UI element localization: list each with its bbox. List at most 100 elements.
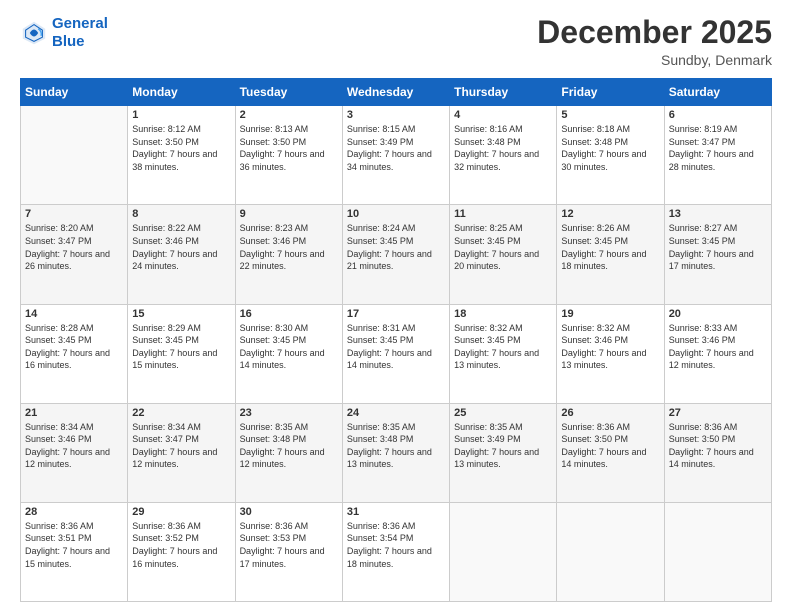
cell-sunrise: Sunrise: 8:36 AM [25, 521, 94, 531]
cell-info: Sunrise: 8:35 AM Sunset: 3:49 PM Daylight:… [454, 421, 552, 471]
cell-sunrise: Sunrise: 8:36 AM [240, 521, 309, 531]
cell-info: Sunrise: 8:31 AMSunset: 3:45 PMDaylight:… [347, 322, 445, 372]
calendar-cell: 12Sunrise: 8:26 AMSunset: 3:45 PMDayligh… [557, 205, 664, 304]
cell-sunset: Sunset: 3:47 PM [132, 434, 199, 444]
cell-daylight: Daylight: 7 hours and [25, 348, 110, 358]
cell-sunset: Sunset: 3:46 PM [25, 434, 92, 444]
calendar-cell: 17 Sunrise: 8:31 AMSunset: 3:45 PMDayligh… [342, 304, 449, 403]
cell-sunrise: Sunrise: 8:18 AM [561, 124, 630, 134]
cell-daylight: Daylight: 7 hours and [240, 447, 325, 457]
cell-info: Sunrise: 8:32 AMSunset: 3:45 PMDaylight:… [454, 322, 552, 372]
cell-info: Sunrise: 8:36 AMSunset: 3:50 PMDaylight:… [561, 421, 659, 471]
cell-sunrise: Sunrise: 8:35 AM [240, 422, 309, 432]
cell-info: Sunrise: 8:18 AMSunset: 3:48 PMDaylight:… [561, 123, 659, 173]
cell-daylight-minutes: 14 minutes. [240, 360, 287, 370]
cell-daylight-minutes: 18 minutes. [561, 261, 608, 271]
cell-info: Sunrise: 8:22 AMSunset: 3:46 PMDaylight:… [132, 222, 230, 272]
calendar-cell: 24Sunrise: 8:35 AMSunset: 3:48 PMDayligh… [342, 403, 449, 502]
cell-date: 19 [561, 308, 659, 320]
calendar-week-row: 28Sunrise: 8:36 AMSunset: 3:51 PMDayligh… [21, 502, 772, 601]
cell-daylight: Daylight: 7 hours and [347, 249, 432, 259]
cell-daylight: Daylight: 7 hours and [454, 348, 539, 358]
calendar-cell: 29Sunrise: 8:36 AMSunset: 3:52 PMDayligh… [128, 502, 235, 601]
cell-info: Sunrise: 8:13 AMSunset: 3:50 PMDaylight:… [240, 123, 338, 173]
cell-daylight: Daylight: 7 hours and [347, 348, 432, 358]
cell-daylight: Daylight: 7 hours and [561, 149, 646, 159]
cell-daylight: Daylight: 7 hours and [454, 249, 539, 259]
cell-sunrise: Sunrise: 8:33 AM [669, 323, 738, 333]
calendar-cell: 2Sunrise: 8:13 AMSunset: 3:50 PMDaylight… [235, 106, 342, 205]
cell-info: Sunrise: 8:12 AMSunset: 3:50 PMDaylight:… [132, 123, 230, 173]
cell-info: Sunrise: 8:34 AMSunset: 3:47 PMDaylight:… [132, 421, 230, 471]
cell-sunrise: Sunrise: 8:25 AM [454, 223, 523, 233]
title-section: December 2025 Sundby, Denmark [537, 15, 772, 68]
cell-daylight-minutes: 15 minutes. [25, 559, 72, 569]
calendar-week-row: 1Sunrise: 8:12 AMSunset: 3:50 PMDaylight… [21, 106, 772, 205]
cell-info: Sunrise: 8:15 AMSunset: 3:49 PMDaylight:… [347, 123, 445, 173]
cell-sunrise: Sunrise: 8:13 AM [240, 124, 309, 134]
cell-daylight-minutes: 17 minutes. [669, 261, 716, 271]
cell-daylight: Daylight: 7 hours and [454, 447, 539, 457]
cell-info: Sunrise: 8:29 AMSunset: 3:45 PMDaylight:… [132, 322, 230, 372]
cell-date: 18 [454, 308, 552, 320]
calendar-header-row: SundayMondayTuesdayWednesdayThursdayFrid… [21, 79, 772, 106]
cell-sunrise: Sunrise: 8:34 AM [132, 422, 201, 432]
cell-daylight-minutes: 12 minutes. [669, 360, 716, 370]
cell-date: 9 [240, 208, 338, 220]
cell-info: Sunrise: 8:20 AMSunset: 3:47 PMDaylight:… [25, 222, 123, 272]
calendar-cell [664, 502, 771, 601]
calendar-cell: 27Sunrise: 8:36 AMSunset: 3:50 PMDayligh… [664, 403, 771, 502]
cell-info: Sunrise: 8:36 AMSunset: 3:50 PMDaylight:… [669, 421, 767, 471]
cell-sunset: Sunset: 3:46 PM [132, 236, 199, 246]
cell-daylight: Daylight: 7 hours and [561, 348, 646, 358]
cell-info: Sunrise: 8:34 AMSunset: 3:46 PMDaylight:… [25, 421, 123, 471]
cell-daylight-minutes: 22 minutes. [240, 261, 287, 271]
calendar-header-tuesday: Tuesday [235, 79, 342, 106]
cell-sunrise: Sunrise: 8:36 AM [347, 521, 416, 531]
calendar-cell [21, 106, 128, 205]
cell-sunrise: Sunrise: 8:32 AM [454, 323, 523, 333]
cell-daylight: Daylight: 7 hours and [132, 348, 217, 358]
calendar-cell: 19Sunrise: 8:32 AMSunset: 3:46 PMDayligh… [557, 304, 664, 403]
cell-sunrise: Sunrise: 8:23 AM [240, 223, 309, 233]
cell-sunrise: Sunrise: 8:32 AM [561, 323, 630, 333]
cell-daylight-minutes: 34 minutes. [347, 162, 394, 172]
cell-info: Sunrise: 8:26 AMSunset: 3:45 PMDaylight:… [561, 222, 659, 272]
cell-daylight-minutes: 16 minutes. [25, 360, 72, 370]
cell-date: 30 [240, 506, 338, 518]
cell-daylight-minutes: 30 minutes. [561, 162, 608, 172]
cell-sunrise: Sunrise: 8:36 AM [132, 521, 201, 531]
cell-date: 17 [347, 308, 445, 320]
cell-sunrise: Sunrise: 8:35 AM [454, 422, 523, 432]
cell-sunset: Sunset: 3:49 PM [454, 434, 521, 444]
cell-info: Sunrise: 8:30 AMSunset: 3:45 PMDaylight:… [240, 322, 338, 372]
cell-date: 26 [561, 407, 659, 419]
calendar-cell: 22Sunrise: 8:34 AMSunset: 3:47 PMDayligh… [128, 403, 235, 502]
cell-daylight-minutes: 38 minutes. [132, 162, 179, 172]
cell-daylight: Daylight: 7 hours and [132, 149, 217, 159]
cell-daylight: Daylight: 7 hours and [561, 249, 646, 259]
cell-sunrise: Sunrise: 8:22 AM [132, 223, 201, 233]
cell-sunrise: Sunrise: 8:15 AM [347, 124, 416, 134]
cell-sunset: Sunset: 3:50 PM [240, 137, 307, 147]
cell-sunset: Sunset: 3:46 PM [240, 236, 307, 246]
cell-sunset: Sunset: 3:54 PM [347, 533, 414, 543]
cell-date: 15 [132, 308, 230, 320]
calendar-cell: 16Sunrise: 8:30 AMSunset: 3:45 PMDayligh… [235, 304, 342, 403]
cell-info: Sunrise: 8:36 AMSunset: 3:53 PMDaylight:… [240, 520, 338, 570]
calendar-cell: 21Sunrise: 8:34 AMSunset: 3:46 PMDayligh… [21, 403, 128, 502]
calendar-header-thursday: Thursday [450, 79, 557, 106]
logo: General Blue [20, 15, 108, 51]
calendar-cell: 11Sunrise: 8:25 AMSunset: 3:45 PMDayligh… [450, 205, 557, 304]
cell-daylight: Daylight: 7 hours and [25, 546, 110, 556]
cell-daylight-minutes: 13 minutes. [454, 360, 501, 370]
cell-daylight: Daylight: 7 hours and [561, 447, 646, 457]
cell-date: 22 [132, 407, 230, 419]
calendar-cell: 14Sunrise: 8:28 AMSunset: 3:45 PMDayligh… [21, 304, 128, 403]
cell-daylight: Daylight: 7 hours and [669, 348, 754, 358]
cell-date: 31 [347, 506, 445, 518]
cell-date: 14 [25, 308, 123, 320]
cell-sunset: Sunset: 3:48 PM [347, 434, 414, 444]
cell-daylight: Daylight: 7 hours and [240, 249, 325, 259]
cell-info: Sunrise: 8:33 AMSunset: 3:46 PMDaylight:… [669, 322, 767, 372]
